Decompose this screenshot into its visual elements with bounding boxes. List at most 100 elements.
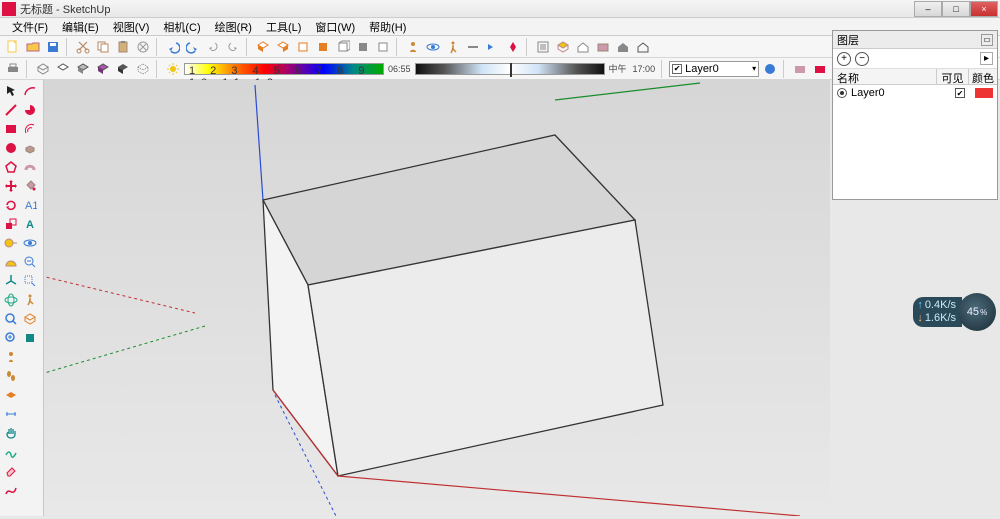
camera-front-button[interactable] [314, 38, 332, 56]
rectangle-tool[interactable] [2, 120, 20, 138]
xray-button[interactable] [134, 60, 152, 78]
open-file-button[interactable] [24, 38, 42, 56]
small-house-button[interactable] [574, 38, 592, 56]
select-tool[interactable] [2, 82, 20, 100]
add-layer-button[interactable]: + [837, 52, 851, 66]
col-visible[interactable]: 可见 [937, 69, 969, 84]
current-layer-dropdown[interactable]: ✔ Layer0 ▾ [669, 61, 759, 77]
toggle-1-button[interactable] [484, 38, 502, 56]
section-display-tool[interactable] [21, 310, 39, 328]
freehand-tool[interactable] [2, 481, 20, 499]
layer-manager-button[interactable] [761, 60, 779, 78]
warehouse-1-button[interactable] [791, 60, 809, 78]
camera-iso2-button[interactable] [274, 38, 292, 56]
eraser-tool[interactable] [2, 462, 20, 480]
wireframe-button[interactable] [34, 60, 52, 78]
sandbox-tool[interactable] [2, 443, 20, 461]
layers-menu-button[interactable]: ▸ [980, 52, 993, 65]
orbit-tool[interactable] [2, 291, 20, 309]
time-slider[interactable] [415, 63, 605, 75]
minimize-button[interactable]: – [914, 1, 942, 17]
scale-tool[interactable] [2, 215, 20, 233]
pie-tool[interactable] [21, 101, 39, 119]
portfolio-button[interactable] [594, 38, 612, 56]
person-view-button[interactable] [404, 38, 422, 56]
toggle-2-button[interactable] [504, 38, 522, 56]
look-around-button[interactable] [424, 38, 442, 56]
tape-tool[interactable] [2, 234, 20, 252]
look-tool[interactable] [21, 234, 39, 252]
axes-tool[interactable] [2, 272, 20, 290]
viewport[interactable] [0, 80, 830, 516]
layer-color-swatch[interactable] [975, 88, 993, 98]
sun-button[interactable] [164, 60, 182, 78]
zoom-tool[interactable] [2, 310, 20, 328]
offset-tool[interactable] [21, 120, 39, 138]
color-scale[interactable]: 1 2 3 4 5 6 7 8 9 10 11 12 [184, 63, 384, 75]
layers-panel-collapse[interactable]: ▭ [981, 34, 993, 46]
follow-me-tool[interactable] [21, 158, 39, 176]
shaded-button[interactable] [74, 60, 92, 78]
component-button[interactable] [554, 38, 572, 56]
polygon-tool[interactable] [2, 158, 20, 176]
delete-button[interactable] [134, 38, 152, 56]
menu-view[interactable]: 视图(V) [107, 18, 156, 36]
paste-button[interactable] [114, 38, 132, 56]
camera-right-button[interactable] [334, 38, 352, 56]
menu-window[interactable]: 窗口(W) [309, 18, 361, 36]
paint-bucket-tool[interactable] [21, 177, 39, 195]
menu-edit[interactable]: 编辑(E) [56, 18, 105, 36]
menu-camera[interactable]: 相机(C) [157, 18, 206, 36]
menu-help[interactable]: 帮助(H) [363, 18, 412, 36]
push-pull-tool[interactable] [21, 139, 39, 157]
save-button[interactable] [44, 38, 62, 56]
camera-iso1-button[interactable] [254, 38, 272, 56]
undo-step-button[interactable] [204, 38, 222, 56]
copy-button[interactable] [94, 38, 112, 56]
layers-panel-header[interactable]: 图层 ▭ [833, 31, 997, 49]
outliner-button[interactable] [534, 38, 552, 56]
redo-step-button[interactable] [224, 38, 242, 56]
percent-disc[interactable]: 45% [958, 293, 996, 331]
circle-tool[interactable] [2, 139, 20, 157]
monochrome-button[interactable] [114, 60, 132, 78]
menu-file[interactable]: 文件(F) [6, 18, 54, 36]
zoom-extents-tool[interactable] [2, 329, 20, 347]
section-tool[interactable] [2, 386, 20, 404]
camera-left-button[interactable] [374, 38, 392, 56]
zoom-window-tool[interactable] [21, 272, 39, 290]
protractor-tool[interactable] [2, 253, 20, 271]
home-button[interactable] [634, 38, 652, 56]
hidden-line-button[interactable] [54, 60, 72, 78]
redo-button[interactable] [184, 38, 202, 56]
prev-view-tool[interactable] [21, 253, 39, 271]
move-tool[interactable] [2, 177, 20, 195]
menu-draw[interactable]: 绘图(R) [209, 18, 258, 36]
pan-tool[interactable] [2, 424, 20, 442]
camera-top-button[interactable] [294, 38, 312, 56]
walk-button[interactable] [444, 38, 462, 56]
position-camera-tool[interactable] [2, 348, 20, 366]
warehouse-2-button[interactable] [811, 60, 829, 78]
rotate-tool[interactable] [2, 196, 20, 214]
camera-back-button[interactable] [354, 38, 372, 56]
col-color[interactable]: 颜色 [969, 69, 997, 84]
new-file-button[interactable] [4, 38, 22, 56]
layer-row[interactable]: Layer0 ✔ [833, 85, 997, 101]
active-layer-radio[interactable] [837, 88, 847, 98]
maximize-button[interactable]: □ [942, 1, 970, 17]
section-button[interactable] [464, 38, 482, 56]
walk-tool[interactable] [21, 291, 39, 309]
arc-tool[interactable] [21, 82, 39, 100]
text-tool[interactable]: A1 [21, 196, 39, 214]
style-button[interactable] [614, 38, 632, 56]
close-button[interactable]: × [970, 1, 998, 17]
dimension-tool[interactable] [2, 405, 20, 423]
footprints-tool[interactable] [2, 367, 20, 385]
remove-layer-button[interactable]: − [855, 52, 869, 66]
col-name[interactable]: 名称 [833, 69, 937, 84]
plugin-tool[interactable] [21, 329, 39, 347]
layer-visible-checkbox[interactable]: ✔ [955, 88, 965, 98]
shaded-tex-button[interactable] [94, 60, 112, 78]
3d-text-tool[interactable]: A [21, 215, 39, 233]
